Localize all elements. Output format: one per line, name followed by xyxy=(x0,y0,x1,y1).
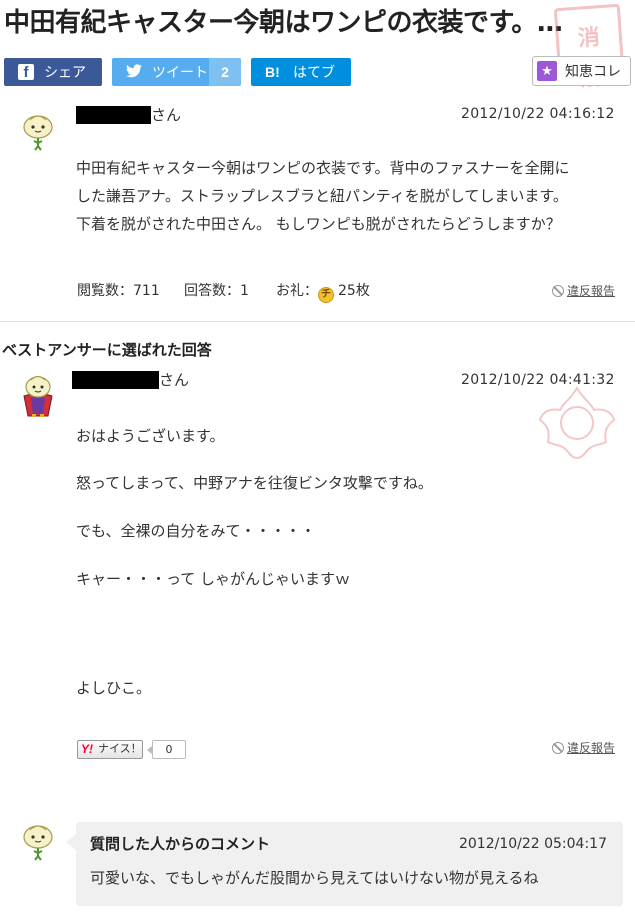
nice-label: ナイス！ xyxy=(98,743,142,755)
prohibited-icon xyxy=(552,285,564,297)
answerer-avatar xyxy=(18,374,58,418)
coin-icon: チ xyxy=(318,287,334,303)
question-report-link[interactable]: 違反報告 xyxy=(552,283,615,299)
questioner-avatar xyxy=(20,112,56,152)
tweet-label: ツイート xyxy=(152,64,208,80)
question-line: した謙吾アナ。ストラップレスブラと紐パンティを脱がしてしまいます。 xyxy=(76,187,568,205)
chie-collection-label: 知恵コレ xyxy=(565,63,621,79)
answer-count: 回答数：1 xyxy=(184,283,249,299)
view-count: 閲覧数：711 xyxy=(77,283,160,299)
answer-line: 怒ってしまって、中野アナを往復ビンタ攻撃ですね。 xyxy=(76,474,433,492)
twitter-bird-icon xyxy=(126,64,142,80)
facebook-icon: f xyxy=(18,64,34,81)
star-icon: ★ xyxy=(537,61,557,81)
answer-line: キャー・・・って しゃがんじゃいますｗ xyxy=(76,570,351,588)
yahoo-logo-icon: Y! xyxy=(81,742,93,756)
hatena-bookmark-icon: B! xyxy=(265,64,280,80)
hatena-bookmark-button[interactable]: B! はてブ xyxy=(251,58,351,86)
answer-line: おはようございます。 xyxy=(76,427,225,445)
asker-comment-date: 2012/10/22 05:04:17 xyxy=(458,836,607,852)
questioner-suffix: さん xyxy=(151,106,182,124)
nice-button[interactable]: Y! ナイス！ xyxy=(77,740,143,759)
answerer-name-redacted xyxy=(72,371,159,389)
question-line: 下着を脱がされた中田さん。 もしワンピも脱がされたらどうしますか？ xyxy=(76,215,561,233)
reward: お礼：チ 25枚 xyxy=(276,282,370,303)
reward-label: お礼： xyxy=(276,283,318,299)
question-date: 2012/10/22 04:16:12 xyxy=(461,106,615,122)
answer-report-label: 違反報告 xyxy=(567,741,616,755)
hatena-label: はてブ xyxy=(293,64,335,80)
asker-avatar xyxy=(20,822,56,862)
questioner-name-redacted xyxy=(76,106,151,124)
tweet-button[interactable]: ツイート 2 xyxy=(112,58,241,86)
best-answer-sakura-stamp xyxy=(538,386,616,459)
prohibited-icon xyxy=(552,742,564,754)
chie-collection-button[interactable]: ★ 知恵コレ xyxy=(532,56,631,86)
asker-comment-title: 質問した人からのコメント xyxy=(90,835,271,853)
asker-comment-box: 質問した人からのコメント 2012/10/22 05:04:17 可愛いな、でも… xyxy=(66,822,623,906)
question-line: 中田有紀キャスター今朝はワンピの衣装です。背中のファスナーを全開に xyxy=(76,159,570,177)
reward-value: 25枚 xyxy=(338,283,370,299)
facebook-share-button[interactable]: f シェア xyxy=(4,58,102,86)
answer-report-link[interactable]: 違反報告 xyxy=(552,740,615,756)
answer-signature: よしひこ。 xyxy=(76,679,152,697)
tweet-count: 2 xyxy=(209,58,241,86)
best-answer-heading: ベストアンサーに選ばれた回答 xyxy=(2,341,212,359)
section-divider xyxy=(0,321,635,322)
answer-line: でも、全裸の自分をみて・・・・・ xyxy=(76,522,316,540)
nice-count: 0 xyxy=(147,740,186,759)
asker-comment-text: 可愛いな、でもしゃがんだ股間から見えてはいけない物が見えるね xyxy=(90,869,539,887)
question-body: 中田有紀キャスター今朝はワンピの衣装です。背中のファスナーを全開に した謙吾アナ… xyxy=(76,154,616,238)
facebook-share-label: シェア xyxy=(44,64,86,80)
page-title: 中田有紀キャスター今朝はワンピの衣装です。… xyxy=(4,8,563,38)
question-report-label: 違反報告 xyxy=(567,284,616,298)
stamp-text: 消解 xyxy=(577,25,603,91)
answerer-suffix: さん xyxy=(159,371,190,389)
